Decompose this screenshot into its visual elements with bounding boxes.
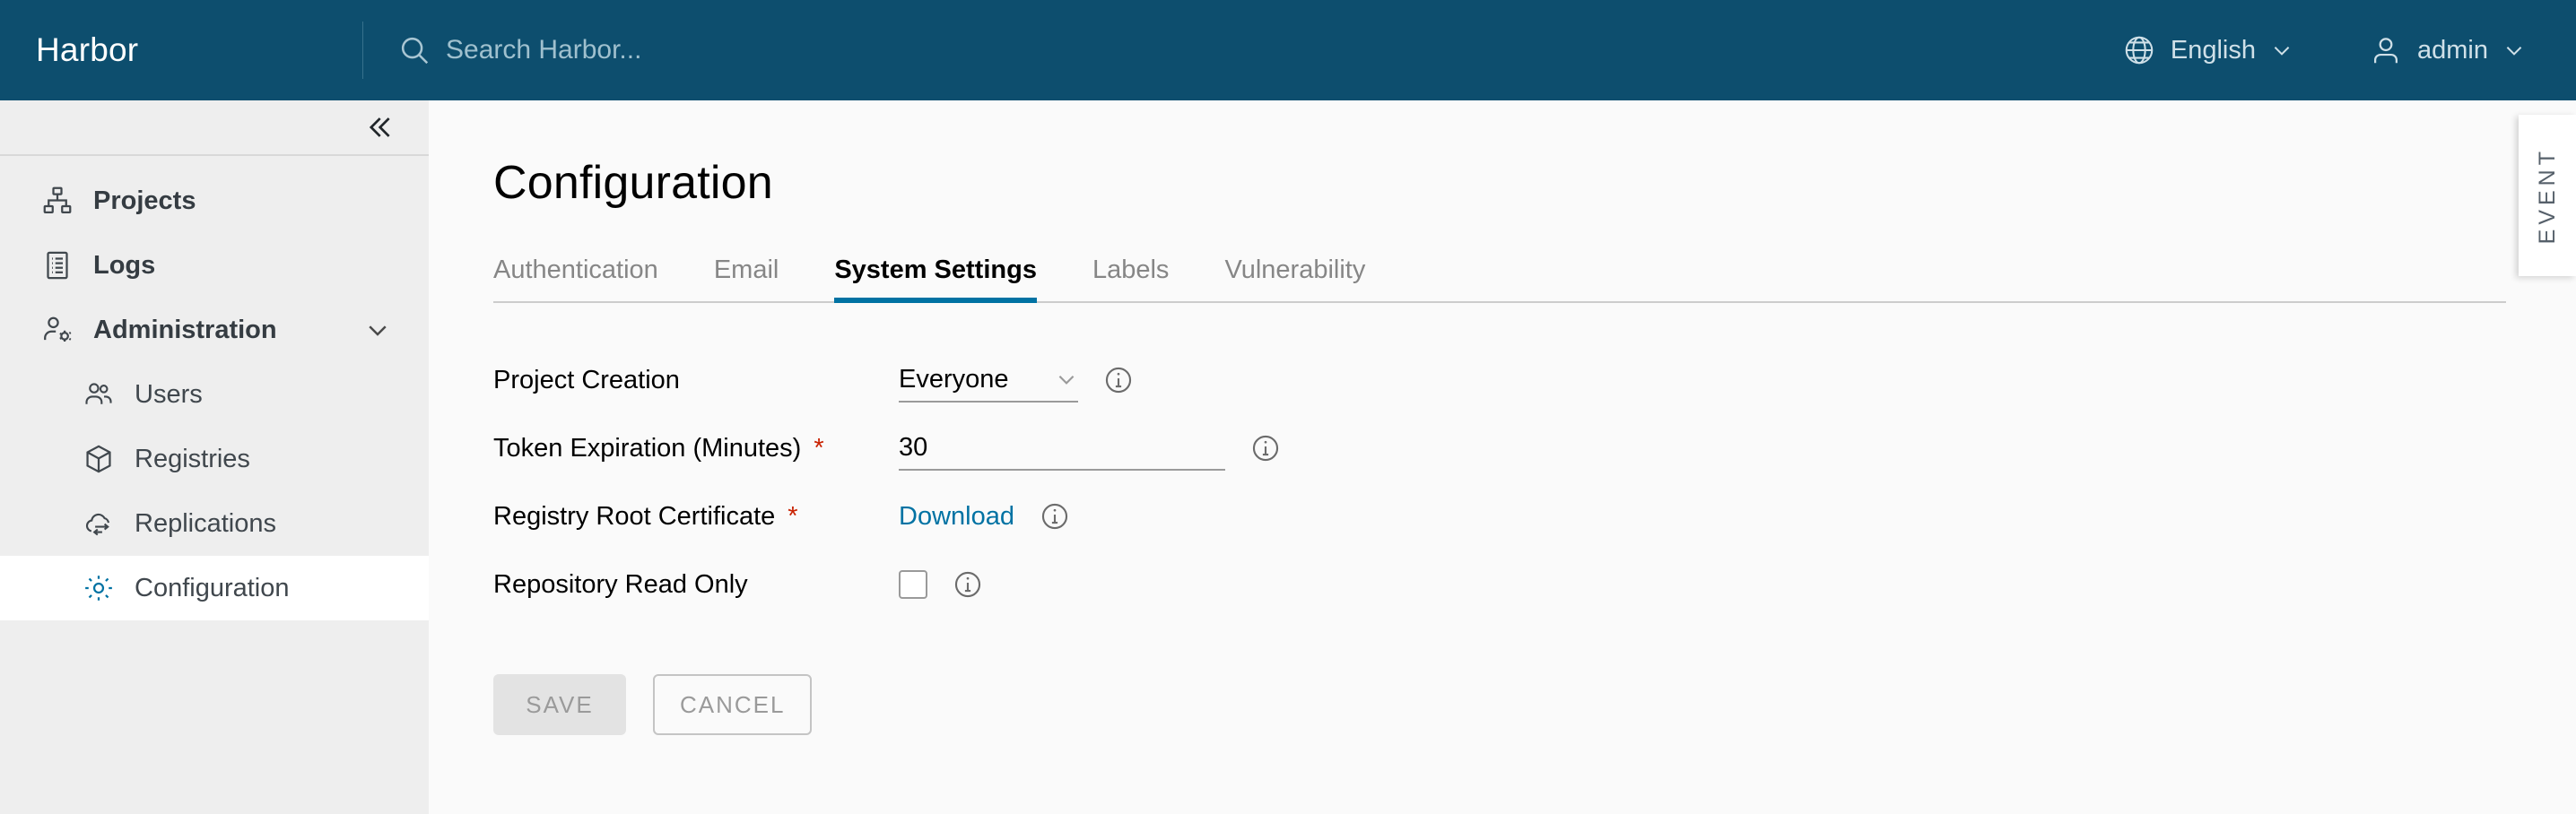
page-title: Configuration — [493, 157, 773, 209]
sidebar-nav: Projects Logs Administration Users Regis… — [0, 156, 429, 620]
search-input[interactable] — [446, 30, 1253, 70]
header-actions: English admin — [2113, 0, 2576, 100]
config-tabs: Authentication Email System Settings Lab… — [493, 246, 2506, 303]
brand-label: Harbor — [36, 31, 139, 68]
repository-read-only-control — [899, 569, 983, 600]
field-registry-root-certificate: Registry Root Certificate * Download — [493, 482, 2576, 550]
project-creation-label: Project Creation — [493, 366, 899, 395]
info-icon[interactable] — [953, 569, 983, 600]
info-icon[interactable] — [1040, 501, 1070, 532]
sidebar-item-users[interactable]: Users — [0, 362, 429, 427]
sidebar-item-registries[interactable]: Registries — [0, 427, 429, 491]
repository-read-only-checkbox[interactable] — [899, 570, 927, 599]
label-text: Token Expiration (Minutes) — [493, 433, 802, 463]
tab-vulnerability[interactable]: Vulnerability — [1224, 257, 1365, 303]
event-drawer-tab[interactable]: EVENT — [2519, 115, 2576, 276]
download-certificate-link[interactable]: Download — [899, 502, 1014, 532]
cancel-button[interactable]: CANCEL — [653, 674, 813, 735]
registries-icon — [83, 443, 115, 475]
chevron-down-icon — [1055, 368, 1078, 391]
sidebar-item-logs[interactable]: Logs — [0, 233, 429, 298]
chevron-down-icon — [2270, 39, 2293, 62]
sidebar-item-label: Registries — [135, 444, 250, 473]
app-root: Harbor Search Harbor... English admin Pr… — [0, 0, 2576, 814]
sidebar-item-replications[interactable]: Replications — [0, 491, 429, 556]
registry-root-certificate-control: Download — [899, 501, 1070, 532]
repository-read-only-label: Repository Read Only — [493, 570, 899, 600]
logs-icon — [41, 249, 74, 281]
sidebar-item-label: Replications — [135, 508, 276, 538]
save-button[interactable]: SAVE — [493, 674, 626, 735]
sidebar: Projects Logs Administration Users Regis… — [0, 100, 429, 814]
tab-system-settings[interactable]: System Settings — [834, 257, 1037, 303]
sidebar-collapse-button[interactable] — [0, 100, 429, 156]
sidebar-item-administration[interactable]: Administration — [0, 298, 429, 362]
project-creation-select[interactable]: Everyone — [899, 358, 1078, 403]
label-text: Repository Read Only — [493, 569, 748, 599]
token-expiration-input[interactable] — [899, 426, 1225, 471]
user-icon — [2369, 33, 2403, 67]
chevron-down-icon — [364, 316, 391, 343]
chevron-down-icon — [2502, 39, 2526, 62]
system-settings-form: Project Creation Everyone Token Expirati… — [493, 346, 2576, 619]
sidebar-item-label: Logs — [93, 250, 156, 280]
brand-logo[interactable]: Harbor — [0, 0, 362, 100]
info-icon[interactable] — [1250, 433, 1281, 463]
sidebar-item-configuration[interactable]: Configuration — [0, 556, 429, 620]
tab-email[interactable]: Email — [714, 257, 779, 303]
account-menu[interactable]: admin — [2360, 0, 2535, 100]
administration-icon — [41, 314, 74, 346]
sidebar-item-label: Users — [135, 379, 203, 409]
project-creation-control: Everyone — [899, 358, 1134, 403]
field-project-creation: Project Creation Everyone — [493, 346, 2576, 414]
main-content: Configuration Authentication Email Syste… — [429, 100, 2576, 814]
label-text: Project Creation — [493, 365, 680, 394]
double-chevron-left-icon — [364, 112, 395, 143]
header-divider — [362, 22, 363, 79]
required-marker: * — [814, 433, 824, 463]
tab-labels[interactable]: Labels — [1092, 257, 1169, 303]
language-label: English — [2170, 35, 2256, 65]
sidebar-item-label: Administration — [93, 315, 277, 344]
language-selector[interactable]: English — [2113, 0, 2302, 100]
replications-icon — [83, 507, 115, 540]
label-text: Registry Root Certificate — [493, 501, 776, 531]
sidebar-item-projects[interactable]: Projects — [0, 169, 429, 233]
account-label: admin — [2417, 35, 2488, 65]
form-actions: SAVE CANCEL — [493, 674, 2576, 735]
search-icon — [397, 33, 431, 67]
sidebar-item-label: Projects — [93, 186, 196, 215]
token-expiration-label: Token Expiration (Minutes) * — [493, 434, 899, 463]
event-drawer-label: EVENT — [2534, 146, 2560, 245]
project-creation-value: Everyone — [899, 364, 1009, 394]
token-expiration-control — [899, 426, 1281, 471]
info-icon[interactable] — [1103, 365, 1134, 395]
globe-icon — [2122, 33, 2156, 67]
global-search[interactable] — [363, 0, 2113, 100]
projects-icon — [41, 185, 74, 217]
users-icon — [83, 378, 115, 411]
top-header: Harbor Search Harbor... English admin — [0, 0, 2576, 100]
sidebar-item-label: Configuration — [135, 573, 290, 602]
field-token-expiration: Token Expiration (Minutes) * — [493, 414, 2576, 482]
gear-icon — [83, 572, 115, 604]
field-repository-read-only: Repository Read Only — [493, 550, 2576, 619]
tab-authentication[interactable]: Authentication — [493, 257, 658, 303]
required-marker: * — [788, 501, 798, 531]
registry-root-certificate-label: Registry Root Certificate * — [493, 502, 899, 532]
